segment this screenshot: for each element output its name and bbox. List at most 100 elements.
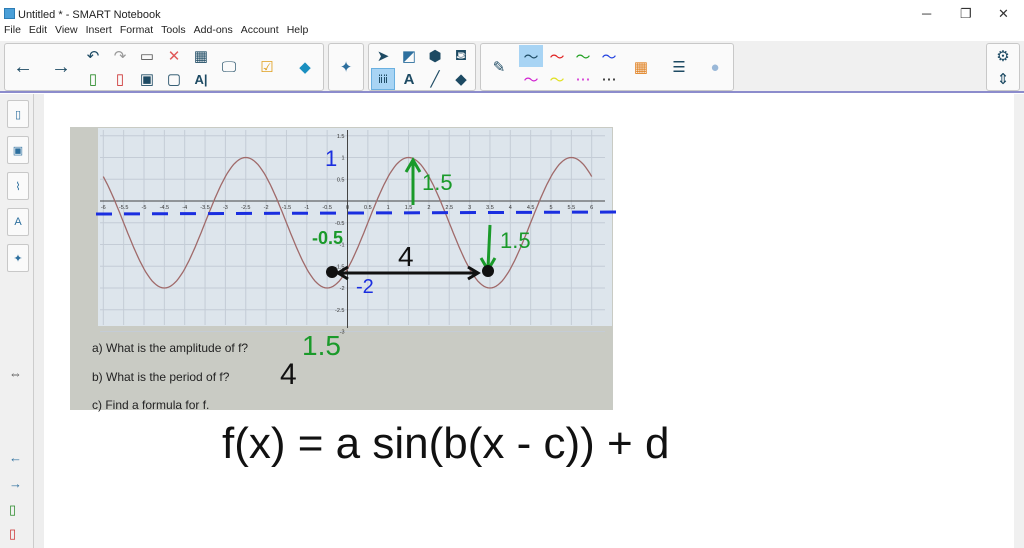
x-tick-label: 6 <box>590 205 593 211</box>
x-tick-label: -2.5 <box>241 205 250 211</box>
pens-tool[interactable]: ⅱⅱ <box>371 68 395 90</box>
y-tick-label: -0.5 <box>335 221 344 227</box>
forward-button[interactable]: → <box>49 56 73 78</box>
pen-color-magenta[interactable]: 〜 <box>519 68 543 90</box>
properties-icon[interactable]: A| <box>189 68 213 90</box>
pen-color-dashed[interactable]: ⋯ <box>571 68 595 90</box>
undo-button[interactable]: ↶ <box>81 45 105 67</box>
x-tick-label: 1.5 <box>405 205 413 211</box>
pencil-icon[interactable]: ✎ <box>487 56 511 78</box>
menu-format[interactable]: Format <box>120 24 153 40</box>
x-tick-label: 0.5 <box>364 205 372 211</box>
panel-scrollbar[interactable] <box>34 94 44 548</box>
question-b: b) What is the period of f? <box>92 370 230 384</box>
x-tick-label: 0 <box>346 205 349 211</box>
x-tick-label: 5 <box>549 205 552 211</box>
title-bar: Untitled * - SMART Notebook ─ ❐ ✕ <box>0 0 1024 26</box>
y-tick-label: 1 <box>341 156 344 162</box>
y-tick-label: 1.5 <box>337 134 345 140</box>
close-button[interactable]: ✕ <box>998 6 1009 22</box>
addons-icon[interactable]: ✦ <box>334 56 358 78</box>
menu-addons[interactable]: Add-ons <box>194 24 233 40</box>
period-label: 4 <box>398 241 414 272</box>
page-sorter-tab[interactable]: ▯ <box>7 100 29 128</box>
display-icon[interactable]: 🖵 <box>217 56 241 78</box>
addons-tab[interactable]: ✦ <box>7 244 29 272</box>
x-tick-label: -3.5 <box>200 205 209 211</box>
maximize-button[interactable]: ❐ <box>960 6 972 22</box>
pen-color-red[interactable]: 〜 <box>545 45 569 67</box>
delete-page-side-icon[interactable]: ▯ <box>9 526 16 542</box>
response-icon[interactable]: ☑ <box>255 56 279 78</box>
pen-color-green[interactable]: 〜 <box>571 45 595 67</box>
save-icon[interactable]: ▣ <box>135 68 159 90</box>
pen-color-yellow[interactable]: 〜 <box>545 68 569 90</box>
back-button[interactable]: ← <box>11 56 35 78</box>
y-tick-label: 0.5 <box>337 177 345 183</box>
menu-edit[interactable]: Edit <box>29 24 47 40</box>
menu-view[interactable]: View <box>55 24 78 40</box>
pen-color-dashed-black[interactable]: ⋯ <box>597 68 621 90</box>
answer-amplitude: 1.5 <box>302 330 341 361</box>
fill-tool[interactable]: ⛾ <box>449 45 473 67</box>
x-tick-label: 2 <box>427 205 430 211</box>
attachments-tab[interactable]: ⌇ <box>7 172 29 200</box>
new-page-icon[interactable]: ▯ <box>81 68 105 90</box>
x-tick-label: -1.5 <box>282 205 291 211</box>
properties-tab[interactable]: A <box>7 208 29 236</box>
resize-panel-icon[interactable]: ⇔ <box>9 366 22 381</box>
x-tick-label: -4 <box>182 205 187 211</box>
x-tick-label: 4 <box>509 205 512 211</box>
line-style-icon[interactable]: ☰ <box>667 56 691 78</box>
x-tick-label: -0.5 <box>322 205 331 211</box>
lab-icon[interactable]: ◆ <box>293 56 317 78</box>
menu-file[interactable]: File <box>4 24 21 40</box>
pen-color-blue[interactable]: 〜 <box>597 45 621 67</box>
x-tick-label: 4.5 <box>527 205 535 211</box>
x-tick-label: -5 <box>142 205 147 211</box>
add-page-icon[interactable]: ▯ <box>9 502 16 518</box>
up-label: 1.5 <box>422 170 453 195</box>
midline-label: -0.5 <box>312 228 343 248</box>
next-page-icon[interactable]: → <box>9 476 22 491</box>
x-tick-label: 3 <box>468 205 471 211</box>
paste-icon[interactable]: ▭ <box>135 45 159 67</box>
menu-bar: File Edit View Insert Format Tools Add-o… <box>0 24 308 40</box>
move-toolbar-icon[interactable]: ⇕ <box>991 68 1015 90</box>
effects-icon[interactable]: ● <box>703 56 727 78</box>
delete-page-icon[interactable]: ▯ <box>108 68 132 90</box>
app-icon <box>4 8 15 19</box>
window-title: Untitled * - SMART Notebook <box>18 9 161 21</box>
x-tick-label: -1 <box>304 205 309 211</box>
max-label: 1 <box>325 146 337 171</box>
menu-help[interactable]: Help <box>287 24 309 40</box>
delete-button[interactable]: ✕ <box>162 45 186 67</box>
vertical-scrollbar[interactable] <box>1014 94 1024 548</box>
pen-color-black[interactable]: 〜 <box>519 45 543 67</box>
gallery-tab[interactable]: ▣ <box>7 136 29 164</box>
table-button[interactable]: ▦ <box>189 45 213 67</box>
text-tool[interactable]: A <box>397 68 421 90</box>
question-c: c) Find a formula for f. <box>92 398 209 412</box>
redo-button[interactable]: ↷ <box>108 45 132 67</box>
menu-tools[interactable]: Tools <box>161 24 186 40</box>
color-palette-icon[interactable]: ▦ <box>629 56 653 78</box>
minimize-button[interactable]: ─ <box>922 6 931 21</box>
screen-shade-icon[interactable]: ▢ <box>162 68 186 90</box>
x-tick-label: -6 <box>101 205 106 211</box>
shapes-tool[interactable]: ◩ <box>397 45 421 67</box>
answer-period: 4 <box>280 358 297 391</box>
whiteboard-canvas[interactable]: -6 -5.5 -5 -4.5 -4 -3.5 -3 -2.5 -2 -1.5 -1 -0.5 0 0.5… <box>44 94 1014 548</box>
menu-account[interactable]: Account <box>241 24 279 40</box>
settings-icon[interactable]: ⚙ <box>991 45 1015 67</box>
x-tick-label: 1 <box>387 205 390 211</box>
y-tick-label: -2.5 <box>335 308 344 314</box>
select-tool[interactable]: ➤ <box>371 45 395 67</box>
x-tick-label: -5.5 <box>119 205 128 211</box>
prev-page-icon[interactable]: ← <box>9 450 22 465</box>
line-tool[interactable]: ╱ <box>423 68 447 90</box>
min-point-right <box>482 265 494 277</box>
polygon-tool[interactable]: ⬢ <box>423 45 447 67</box>
eraser-tool[interactable]: ◆ <box>449 68 473 90</box>
menu-insert[interactable]: Insert <box>86 24 112 40</box>
